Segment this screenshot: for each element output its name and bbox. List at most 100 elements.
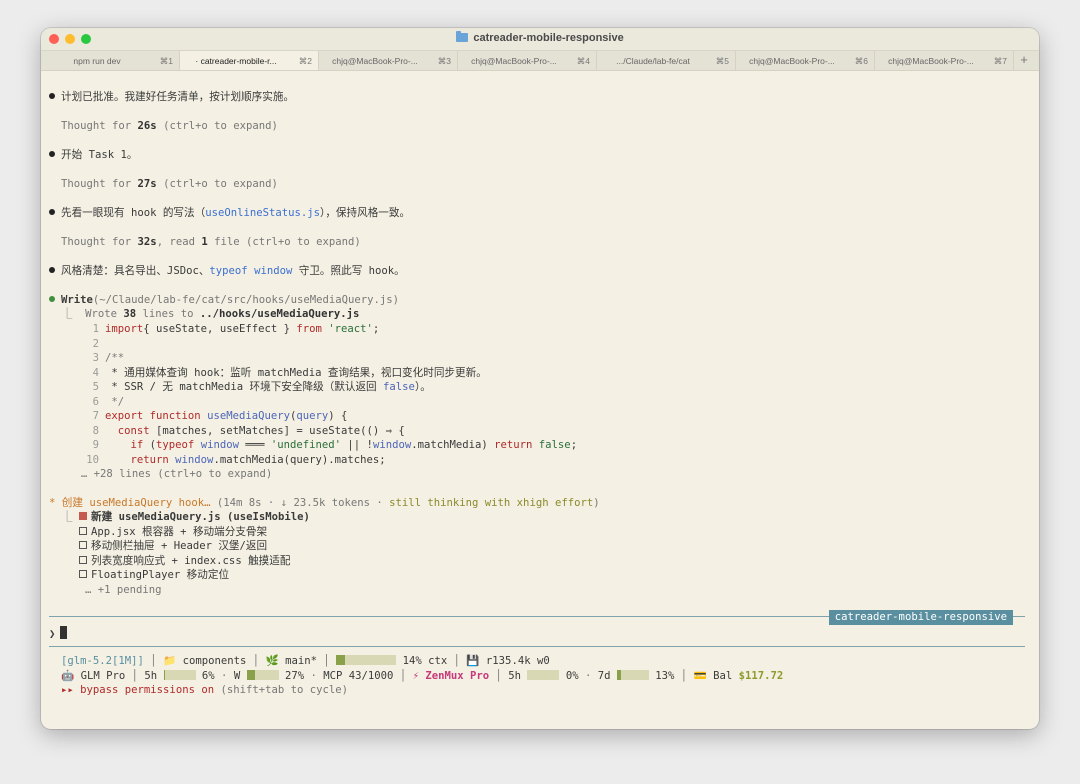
line-number: 3 <box>92 352 99 364</box>
prompt-separator-bottom <box>49 646 1025 647</box>
tab-7[interactable]: chjq@MacBook-Pro-... ⌘7 <box>875 51 1014 70</box>
code-token: ═══ <box>238 439 271 451</box>
code-token: .matchMedia) <box>411 439 495 451</box>
terminal-output: 计划已批准。我建好任务清单，按计划顺序实施。 Thought for 26s (… <box>41 70 1039 729</box>
code-token: ; <box>372 323 380 335</box>
message-line: 风格清楚：具名导出、JSDoc、typeof window 守卫。照此写 hoo… <box>49 265 405 278</box>
tab-6[interactable]: chjq@MacBook-Pro-... ⌘6 <box>736 51 875 70</box>
task-item-label: App.jsx 根容器 + 移动端分支骨架 <box>91 525 268 538</box>
task-item-code: useMediaQuery.js (useIsMobile) <box>118 511 310 523</box>
task-item: 移动侧栏抽屉 + Header 汉堡/返回 <box>79 540 267 553</box>
code-line: 4 * 通用媒体查询 hook：监听 matchMedia 查询结果，视口变化时… <box>61 367 487 380</box>
code-token: import <box>105 323 144 335</box>
code-line: 8 const [matches, setMatches] = useState… <box>61 425 405 438</box>
write-tool-line: Write(~/Claude/lab-fe/cat/src/hooks/useM… <box>49 294 399 307</box>
task-item-label: FloatingPlayer 移动定位 <box>91 569 230 581</box>
status-line-1: [glm-5.2[1M]] │ 📁 components │ 🌿 main* │… <box>61 655 550 667</box>
tab-5[interactable]: .../Claude/lab-fe/cat ⌘5 <box>597 51 736 70</box>
pending-line: … +1 pending <box>85 584 162 596</box>
line-number: 5 <box>92 381 99 393</box>
code-token: */ <box>105 395 125 408</box>
checkbox-empty-icon <box>79 541 87 549</box>
task-item-label: 移动侧栏抽屉 + Header 汉堡/返回 <box>91 540 268 552</box>
code-line: 2 <box>61 338 105 351</box>
branch-tag: catreader-mobile-responsive <box>828 610 1013 625</box>
code-token: ) { <box>328 410 348 422</box>
code-token: window <box>200 439 239 451</box>
code-token: [matches, setMatches] = useState(() ⇒ { <box>156 424 405 437</box>
bullet-icon <box>49 151 55 157</box>
code-token: 'undefined' <box>270 439 342 451</box>
line-number: 7 <box>92 410 99 422</box>
prompt-line[interactable]: ❯ <box>49 626 68 641</box>
tab-4[interactable]: chjq@MacBook-Pro-... ⌘4 <box>458 51 597 70</box>
thought-line[interactable]: Thought for 27s (ctrl+o to expand) <box>61 178 278 191</box>
line-number: 8 <box>92 424 99 437</box>
line-number: 9 <box>92 439 99 451</box>
tab-2[interactable]: · catreader-mobile-r... ⌘2 <box>180 51 319 70</box>
code-token: from <box>296 323 322 335</box>
code-token: window <box>175 453 214 466</box>
code-token: typeof <box>156 439 201 451</box>
code-line: 3 /** <box>61 352 125 365</box>
tab-bar: npm run dev ⌘1 · catreader-mobile-r... ⌘2 … <box>41 51 1039 71</box>
thought-line[interactable]: Thought for 32s, read 1 file (ctrl+o to … <box>61 236 361 249</box>
task-branch-icon: ⎿ <box>49 511 73 523</box>
code-token: ; <box>570 439 578 451</box>
task-item: FloatingPlayer 移动定位 <box>79 569 229 582</box>
code-token: 'react' <box>321 323 373 335</box>
code-token: export function <box>105 410 208 422</box>
line-number: 4 <box>92 366 99 379</box>
task-item-label: 新建 <box>91 511 119 523</box>
task-item: App.jsx 根容器 + 移动端分支骨架 <box>79 526 267 539</box>
bullet-icon <box>49 93 55 99</box>
code-line: 10 return window.matchMedia(query).match… <box>61 453 386 467</box>
status-line-2: 🤖 GLM Pro │ 5h 6% · W 27% · MCP 43/1000 … <box>61 670 784 682</box>
bullet-icon <box>49 267 55 273</box>
tab-3[interactable]: chjq@MacBook-Pro-... ⌘3 <box>319 51 458 70</box>
expand-more-line[interactable]: … +28 lines (ctrl+o to expand) <box>49 468 272 481</box>
task-item: 列表宽度响应式 + index.css 触摸适配 <box>79 555 290 568</box>
code-line: 5 * SSR / 无 matchMedia 环境下安全降级（默认返回 fals… <box>61 381 431 394</box>
d7-progress-bar <box>616 670 649 680</box>
code-token: false <box>383 381 415 393</box>
write-result-line: ⎿ Wrote 38 lines to ../hooks/useMediaQue… <box>49 308 360 320</box>
task-header: * 创建 useMediaQuery hook… (14m 8s · ↓ 23.… <box>49 497 600 509</box>
code-token: ）。 <box>414 381 431 393</box>
task-item: 新建 useMediaQuery.js (useIsMobile) <box>79 511 310 524</box>
code-token: /** <box>105 352 125 364</box>
code-token: window <box>372 439 412 451</box>
checkbox-empty-icon <box>79 526 87 535</box>
line-number: 2 <box>92 337 99 350</box>
tab-1[interactable]: npm run dev ⌘1 <box>41 51 180 70</box>
thought-line[interactable]: Thought for 26s (ctrl+o to expand) <box>61 120 278 133</box>
new-tab-button[interactable]: + <box>1014 51 1034 70</box>
task-item-label: 列表宽度响应式 + index.css 触摸适配 <box>91 554 291 567</box>
folder-icon <box>456 31 469 42</box>
code-token: return <box>105 453 176 466</box>
code-line: 6 */ <box>61 395 125 409</box>
code-token: * 通用媒体查询 hook：监听 matchMedia 查询结果，视口变化时同步… <box>105 366 487 379</box>
code-token: .matchMedia(query).matches; <box>213 453 386 466</box>
line-number: 10 <box>86 453 99 466</box>
text-cursor <box>60 626 68 639</box>
code-token: || ! <box>341 439 373 451</box>
checkbox-active-icon <box>79 512 87 520</box>
line-number: 1 <box>92 323 99 335</box>
w-progress-bar <box>246 670 279 680</box>
h5-progress-bar <box>163 670 196 680</box>
code-token: useMediaQuery <box>207 410 290 422</box>
code-line: 1 import{ useState, useEffect } from 'rea… <box>61 323 380 336</box>
bullet-icon <box>49 296 55 302</box>
code-line: 7 export function useMediaQuery(query) { <box>61 410 348 423</box>
code-token: const <box>105 424 157 437</box>
bypass-line: ▸▸ bypass permissions on (shift+tab to c… <box>61 684 349 696</box>
window-title: catreader-mobile-responsive <box>41 31 1039 44</box>
code-token: * SSR / 无 matchMedia 环境下安全降级（默认返回 <box>105 381 384 393</box>
ctx-progress-bar <box>336 655 397 665</box>
code-token: if <box>105 439 150 451</box>
line-number: 6 <box>92 395 99 408</box>
message-line: 开始 Task 1。 <box>49 149 137 162</box>
terminal-window: catreader-mobile-responsive npm run dev ⌘… <box>41 28 1039 729</box>
zh5-progress-bar <box>527 670 560 680</box>
